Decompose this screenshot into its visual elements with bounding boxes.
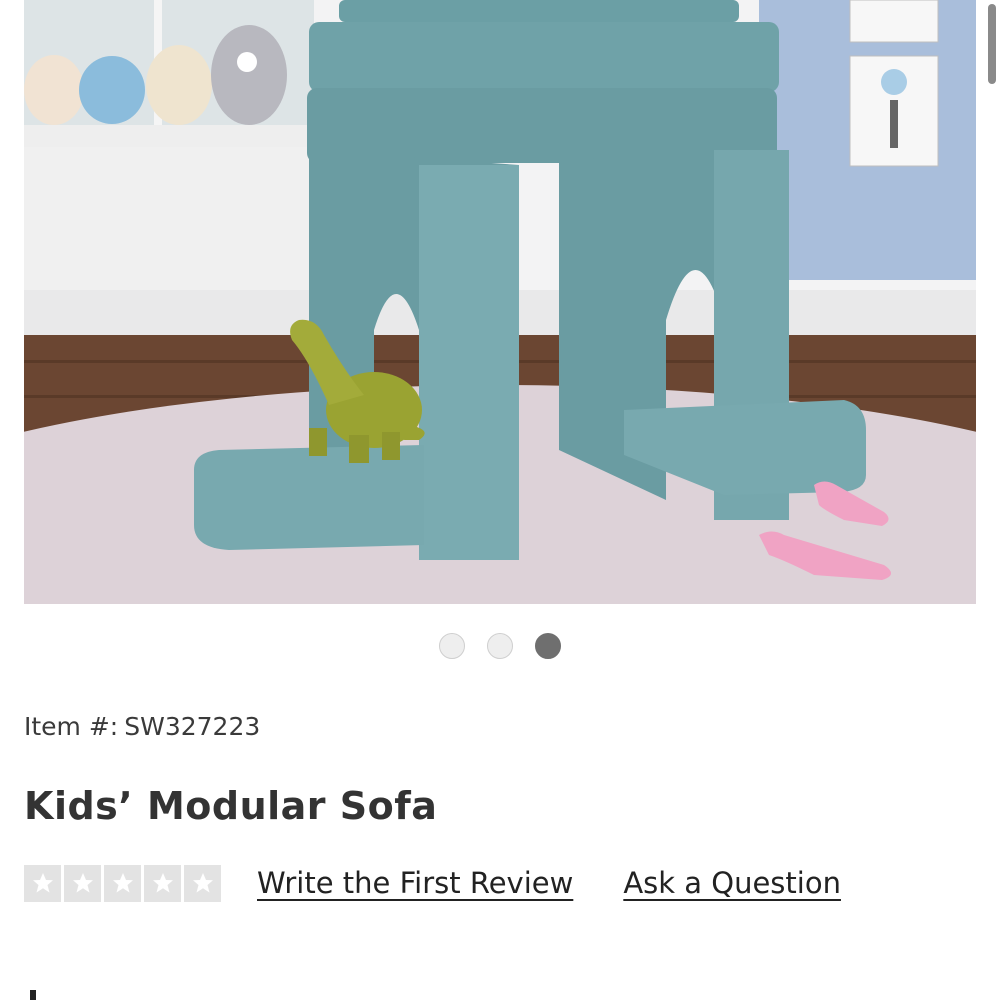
item-number: Item #: SW327223	[24, 712, 260, 741]
rating-row: Write the First Review Ask a Question	[24, 863, 841, 903]
star-icon	[64, 864, 101, 902]
star-icon	[144, 864, 181, 902]
item-number-label: Item #:	[24, 712, 119, 741]
star-rating[interactable]	[24, 864, 221, 902]
star-icon	[184, 864, 221, 902]
item-number-value: SW327223	[124, 712, 261, 741]
cutoff-content	[30, 990, 36, 1000]
carousel-dot-1[interactable]	[439, 633, 465, 659]
star-icon	[104, 864, 141, 902]
ask-question-link[interactable]: Ask a Question	[623, 866, 841, 900]
carousel-dot-3-active[interactable]	[535, 633, 561, 659]
carousel-dots	[0, 633, 1000, 659]
write-review-link[interactable]: Write the First Review	[257, 866, 573, 900]
product-title: Kids’ Modular Sofa	[24, 784, 438, 828]
product-photo	[24, 0, 976, 604]
product-image[interactable]	[24, 0, 976, 604]
carousel-dot-2[interactable]	[487, 633, 513, 659]
scrollbar[interactable]	[988, 4, 996, 84]
star-icon	[24, 864, 61, 902]
